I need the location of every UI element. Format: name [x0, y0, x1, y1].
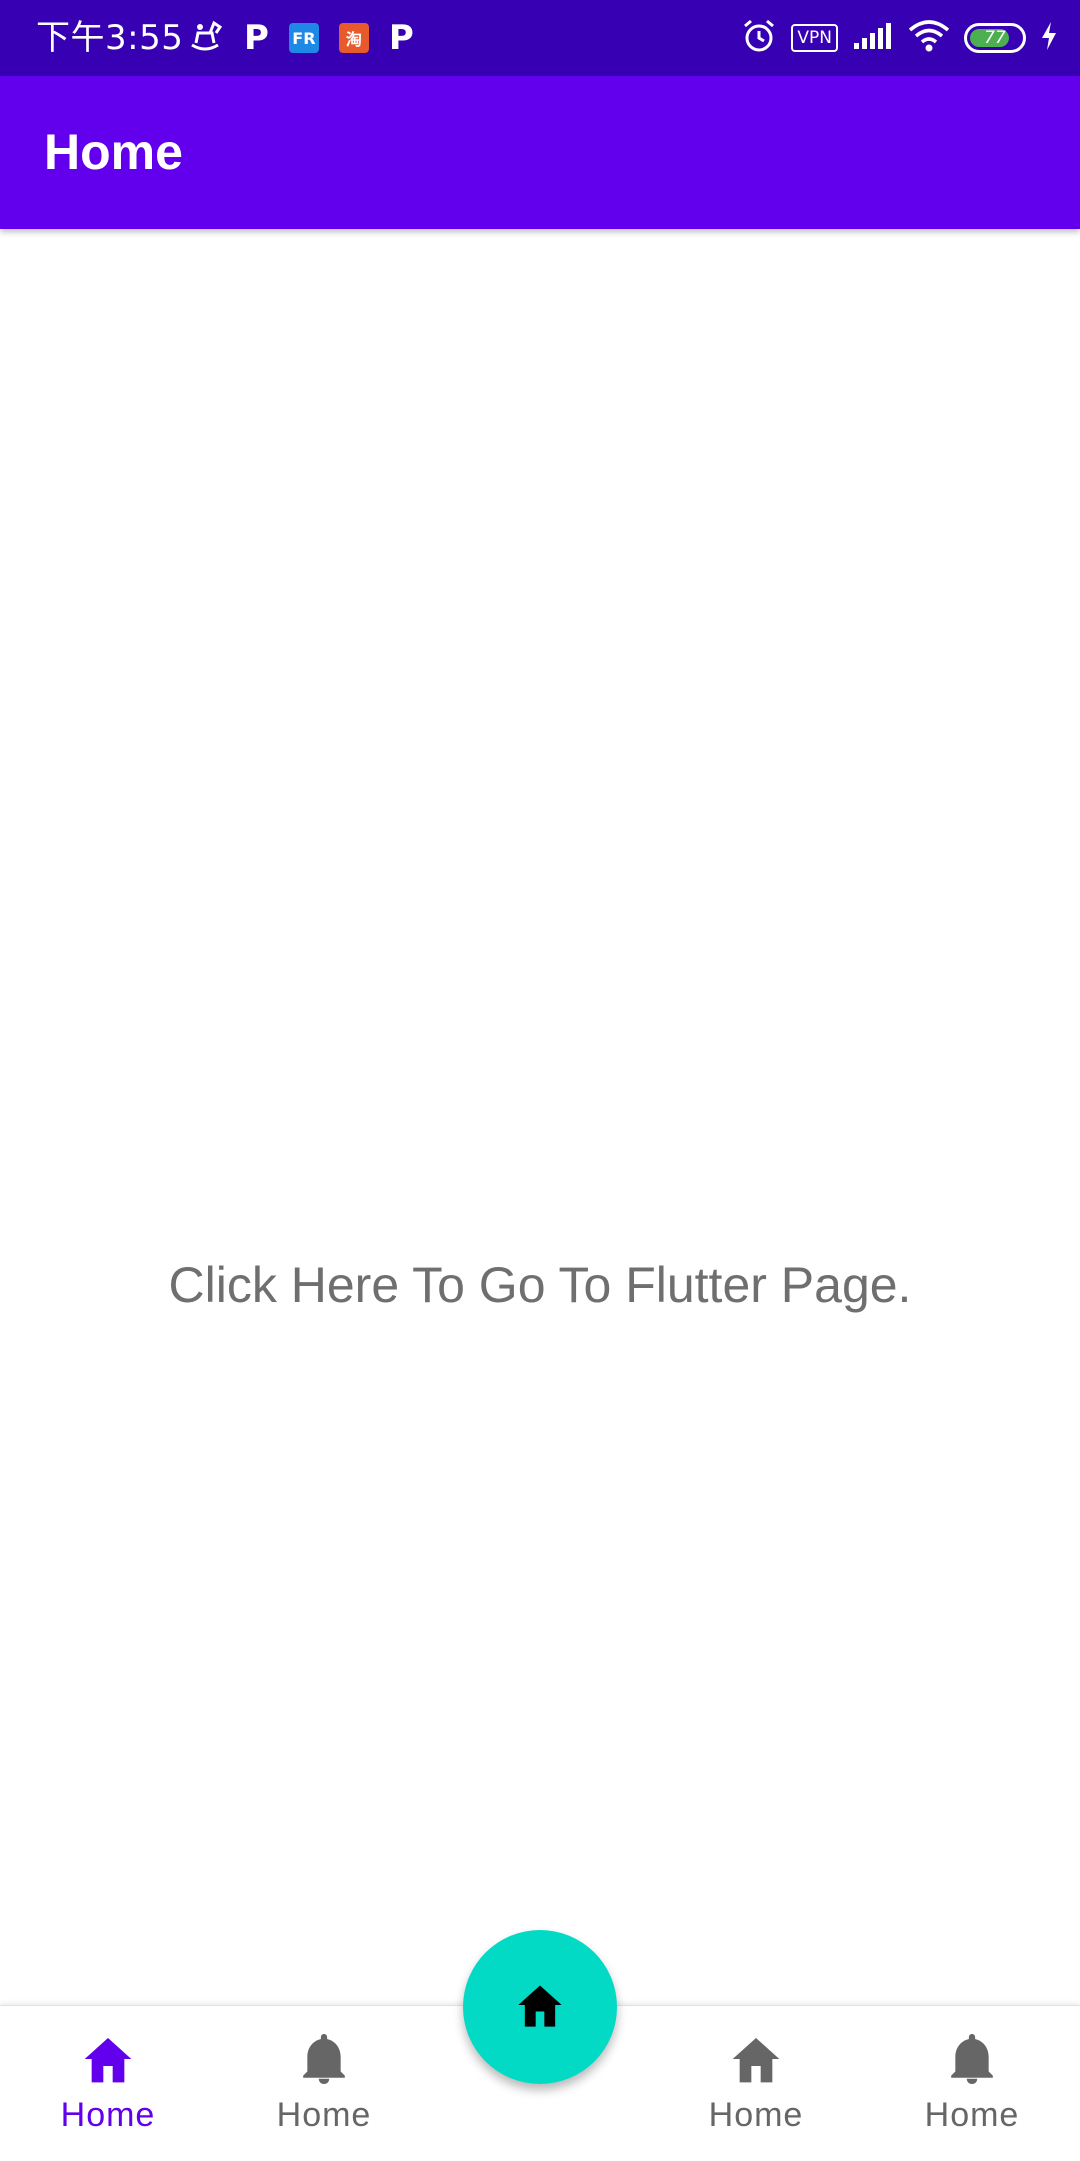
taobao-app-icon: 淘 [338, 23, 369, 53]
bottom-nav-label: Home [60, 2096, 156, 2134]
bottom-nav-label: Home [924, 2096, 1020, 2134]
bell-icon [943, 2030, 1001, 2088]
home-icon [79, 2030, 137, 2088]
app-bar: Home [0, 76, 1080, 229]
vpn-icon: VPN [791, 24, 838, 52]
bottom-nav-item-notifications[interactable]: Home [216, 2030, 432, 2150]
bottom-nav-item-home[interactable]: Home [0, 2030, 216, 2150]
rocking-horse-icon [186, 19, 224, 58]
p-app-icon: P [244, 18, 269, 58]
fr-app-icon: FR [288, 23, 319, 53]
alarm-icon [741, 18, 777, 59]
page-title: Home [44, 124, 183, 180]
bottom-nav-label: Home [276, 2096, 372, 2134]
bottom-nav-item-notifications-2[interactable]: Home [864, 2030, 1080, 2150]
home-icon [727, 2030, 785, 2088]
bottom-nav-item-home-2[interactable]: Home [648, 2030, 864, 2150]
status-system-icons: VPN 77 [741, 16, 1058, 60]
battery-icon: 77 [964, 23, 1026, 53]
status-time: 下午3:55 [36, 18, 184, 58]
home-fab-button[interactable] [463, 1930, 617, 2084]
wifi-icon [908, 19, 950, 57]
bottom-nav-label: Home [708, 2096, 804, 2134]
home-icon [514, 1981, 566, 2034]
battery-level: 77 [984, 28, 1006, 48]
status-notification-icons: P FR 淘 P [186, 18, 414, 58]
p-app-icon: P [388, 18, 414, 58]
signal-icon [852, 21, 894, 56]
charging-bolt-icon [1040, 21, 1058, 56]
flutter-page-link[interactable]: Click Here To Go To Flutter Page. [0, 1250, 1080, 1320]
bell-icon [295, 2030, 353, 2088]
status-bar: 下午3:55 P FR 淘 P VPN 77 [0, 0, 1080, 76]
